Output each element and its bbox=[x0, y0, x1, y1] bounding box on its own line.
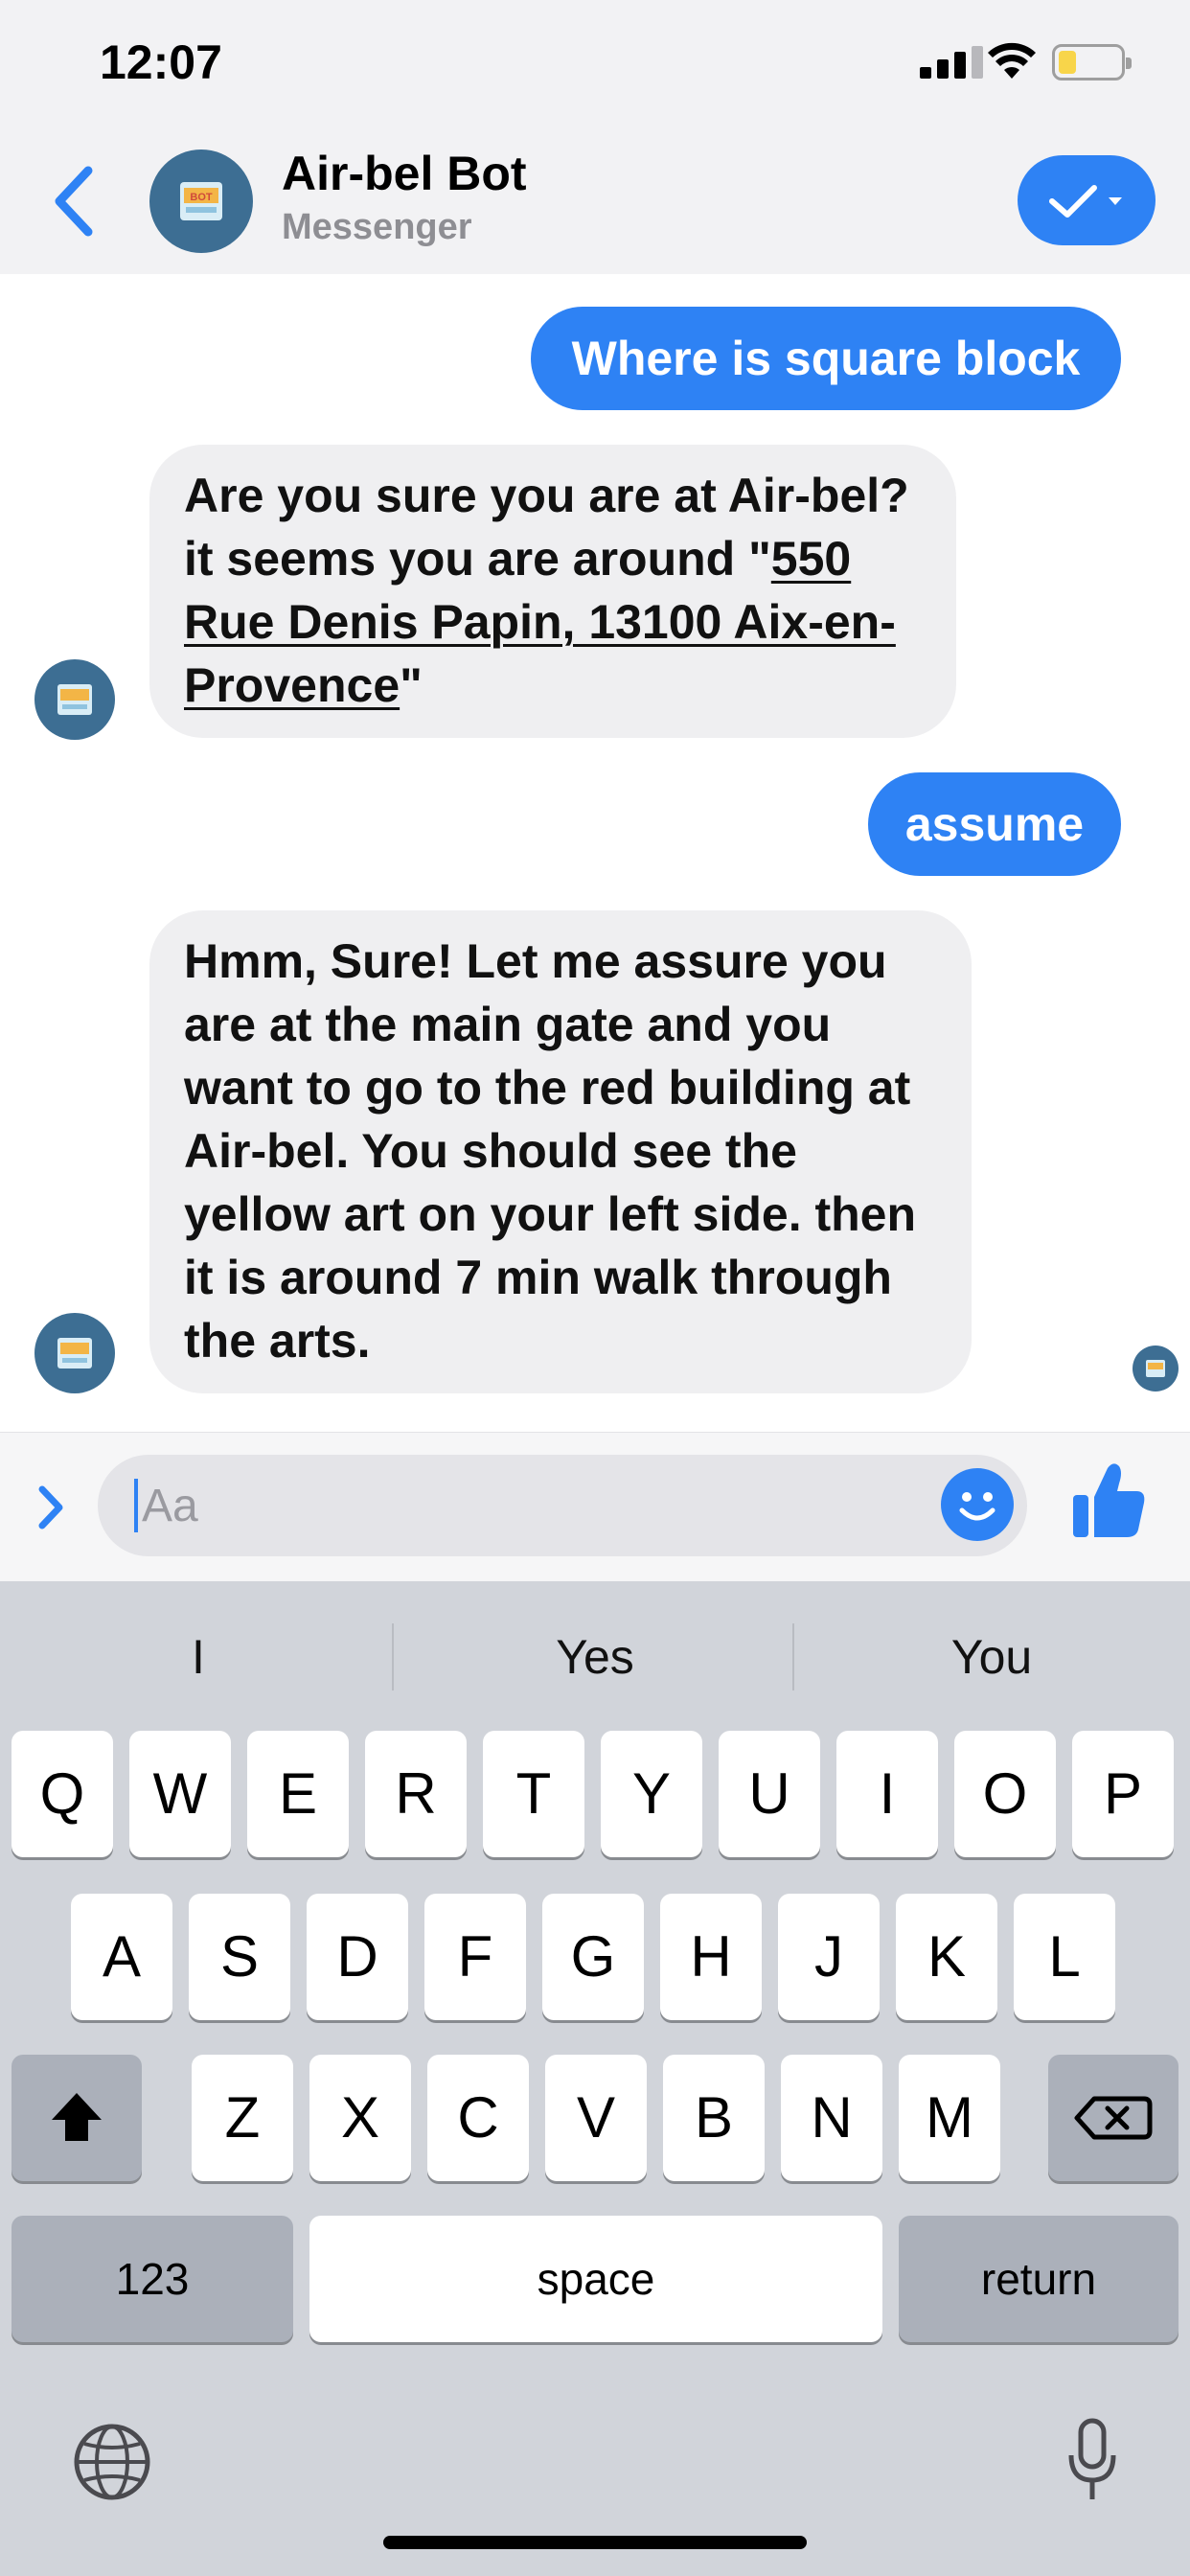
key-b[interactable]: B bbox=[663, 2055, 765, 2181]
shift-icon bbox=[52, 2093, 102, 2141]
bot-avatar[interactable]: BOT bbox=[149, 150, 253, 253]
header-action-button[interactable] bbox=[1018, 155, 1156, 245]
bot-name: Air-bel Bot bbox=[282, 147, 527, 200]
bot-avatar-small bbox=[34, 659, 115, 740]
space-key[interactable]: space bbox=[309, 2216, 882, 2342]
message-input[interactable] bbox=[142, 1472, 927, 1539]
key-o[interactable]: O bbox=[954, 1731, 1056, 1857]
microphone-icon[interactable] bbox=[1064, 2417, 1121, 2507]
key-q[interactable]: Q bbox=[11, 1731, 113, 1857]
backspace-icon bbox=[1074, 2096, 1153, 2140]
key-z[interactable]: Z bbox=[192, 2055, 293, 2181]
expand-chevron-icon[interactable] bbox=[33, 1482, 71, 1533]
message-text: " bbox=[400, 658, 423, 712]
cellular-signal-icon bbox=[920, 46, 983, 79]
svg-text:BOT: BOT bbox=[190, 192, 213, 203]
key-e[interactable]: E bbox=[247, 1731, 349, 1857]
read-receipt-avatar bbox=[1133, 1346, 1179, 1392]
chevron-down-icon bbox=[1109, 197, 1122, 205]
battery-icon bbox=[1052, 44, 1132, 80]
key-l[interactable]: L bbox=[1014, 1894, 1115, 2020]
numbers-key[interactable]: 123 bbox=[11, 2216, 293, 2342]
key-c[interactable]: C bbox=[427, 2055, 529, 2181]
key-h[interactable]: H bbox=[660, 1894, 762, 2020]
bot-subtitle: Messenger bbox=[282, 207, 472, 247]
wifi-icon bbox=[988, 42, 1036, 79]
home-indicator bbox=[383, 2536, 807, 2549]
checkmark-icon bbox=[1049, 185, 1097, 218]
key-v[interactable]: V bbox=[545, 2055, 647, 2181]
key-g[interactable]: G bbox=[542, 1894, 644, 2020]
key-r[interactable]: R bbox=[365, 1731, 467, 1857]
key-n[interactable]: N bbox=[781, 2055, 882, 2181]
key-x[interactable]: X bbox=[309, 2055, 411, 2181]
suggestion-1[interactable]: I bbox=[0, 1616, 397, 1698]
key-p[interactable]: P bbox=[1072, 1731, 1174, 1857]
status-time: 12:07 bbox=[100, 35, 222, 89]
incoming-message[interactable]: Hmm, Sure! Let me assure you are at the … bbox=[149, 910, 972, 1393]
key-f[interactable]: F bbox=[424, 1894, 526, 2020]
key-y[interactable]: Y bbox=[601, 1731, 702, 1857]
key-s[interactable]: S bbox=[189, 1894, 290, 2020]
text-cursor bbox=[134, 1479, 138, 1532]
bot-avatar-small bbox=[34, 1313, 115, 1393]
emoji-icon[interactable] bbox=[941, 1468, 1014, 1541]
key-w[interactable]: W bbox=[129, 1731, 231, 1857]
key-i[interactable]: I bbox=[836, 1731, 938, 1857]
key-d[interactable]: D bbox=[307, 1894, 408, 2020]
suggestion-3[interactable]: You bbox=[793, 1616, 1190, 1698]
key-t[interactable]: T bbox=[483, 1731, 584, 1857]
return-key[interactable]: return bbox=[899, 2216, 1179, 2342]
key-m[interactable]: M bbox=[899, 2055, 1000, 2181]
outgoing-message[interactable]: Where is square block bbox=[531, 307, 1121, 410]
key-u[interactable]: U bbox=[719, 1731, 820, 1857]
suggestion-2[interactable]: Yes bbox=[397, 1616, 793, 1698]
back-chevron-icon[interactable] bbox=[46, 161, 103, 242]
outgoing-message[interactable]: assume bbox=[868, 772, 1121, 876]
suggestion-divider bbox=[392, 1623, 394, 1690]
key-a[interactable]: A bbox=[71, 1894, 172, 2020]
key-k[interactable]: K bbox=[896, 1894, 997, 2020]
globe-icon[interactable] bbox=[71, 2421, 153, 2503]
key-j[interactable]: J bbox=[778, 1894, 880, 2020]
shift-key[interactable] bbox=[11, 2055, 142, 2181]
thumbs-up-icon[interactable] bbox=[1069, 1459, 1148, 1541]
incoming-message[interactable]: Are you sure you are at Air-bel? it seem… bbox=[149, 445, 956, 738]
backspace-key[interactable] bbox=[1048, 2055, 1179, 2181]
